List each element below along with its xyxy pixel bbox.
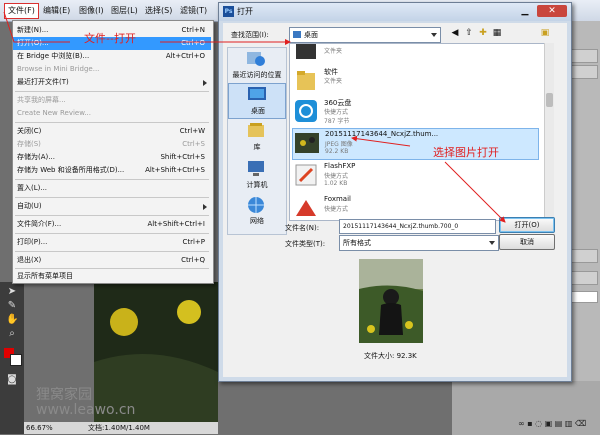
arrow-to-open-button xyxy=(444,161,506,223)
annotation-arrows xyxy=(3,11,506,223)
watermark-url: www.leawo.cn xyxy=(36,402,136,418)
arrow-to-file xyxy=(351,135,411,147)
watermark-title: 狸窝家园 xyxy=(36,387,92,403)
arrow-to-open-menu xyxy=(3,11,70,43)
